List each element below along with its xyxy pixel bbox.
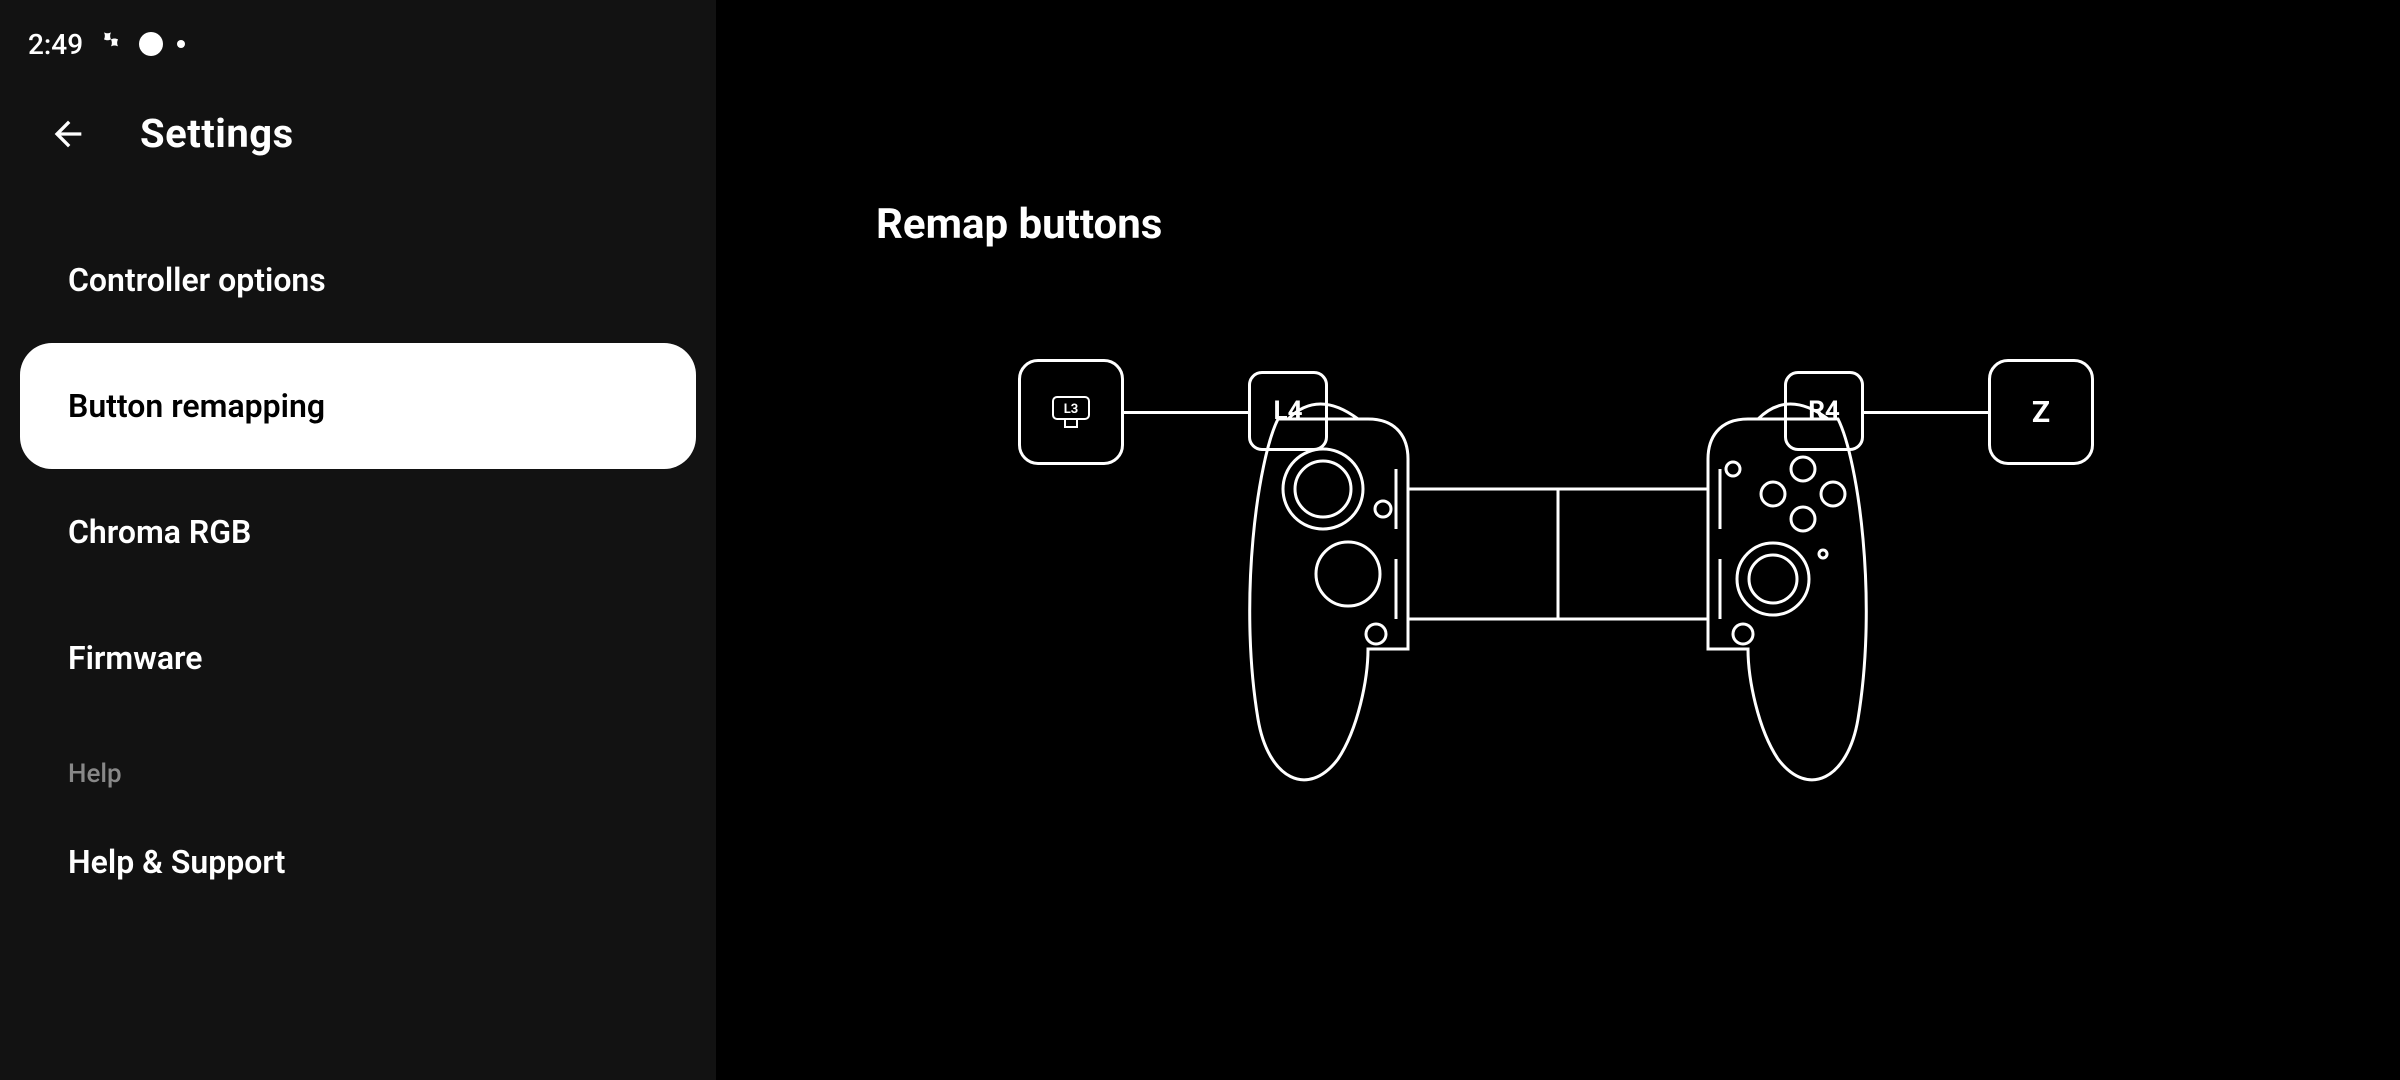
pinwheel-icon — [97, 30, 125, 58]
status-dot-small-icon — [177, 40, 185, 48]
sidebar-item-chroma-rgb[interactable]: Chroma RGB — [20, 469, 696, 595]
sidebar: Settings Controller options Button remap… — [0, 0, 716, 1080]
help-section-label: Help — [0, 721, 716, 789]
right-remap-target: Z — [2032, 395, 2050, 430]
status-time: 2:49 — [28, 28, 83, 61]
l3-glyph-icon: L3 — [1047, 393, 1095, 431]
sidebar-item-button-remapping[interactable]: Button remapping — [20, 343, 696, 469]
back-arrow-icon[interactable] — [48, 114, 88, 154]
controller-diagram: L3 L4 R4 Z — [1018, 359, 2098, 879]
svg-text:L3: L3 — [1064, 402, 1079, 417]
sidebar-item-help-support[interactable]: Help & Support — [20, 799, 696, 925]
sidebar-item-controller-options[interactable]: Controller options — [20, 217, 696, 343]
main-panel: Remap buttons L3 L4 R4 Z — [716, 0, 2400, 1080]
left-remap-target-box[interactable]: L3 — [1018, 359, 1124, 465]
connector-line — [1864, 411, 1988, 414]
status-dot-icon — [139, 32, 163, 56]
connector-line — [1124, 411, 1248, 414]
controller-outline-icon — [1248, 399, 1868, 819]
main-title: Remap buttons — [876, 200, 2400, 249]
page-title: Settings — [140, 110, 294, 157]
sidebar-item-firmware[interactable]: Firmware — [20, 595, 696, 721]
right-remap-target-box[interactable]: Z — [1988, 359, 2094, 465]
